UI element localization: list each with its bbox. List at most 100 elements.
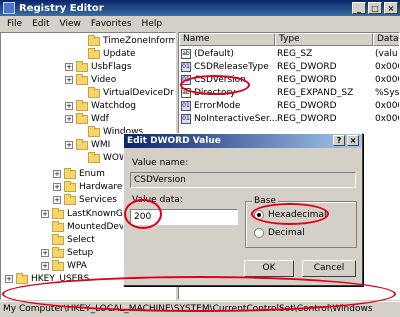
value-name: CSDReleaseType — [194, 62, 269, 72]
tree-item[interactable]: MountedDevi — [41, 220, 127, 233]
value-row[interactable]: 01ErrorMode REG_DWORD 0x000 — [179, 100, 399, 113]
tree-item-label: WPA — [67, 261, 87, 271]
value-type: REG_EXPAND_SZ — [277, 88, 354, 98]
value-name: NoInteractiveSer... — [194, 114, 278, 124]
window-controls: _ □ × — [352, 2, 398, 14]
expand-icon[interactable]: + — [41, 210, 49, 218]
close-button[interactable]: × — [384, 2, 398, 14]
tree-item[interactable]: + Setup — [41, 246, 94, 259]
binary-value-icon: 01 — [181, 114, 191, 124]
tree-item[interactable]: VirtualDeviceDr — [77, 86, 174, 99]
tree-item[interactable]: + HKEY_USERS — [5, 272, 90, 285]
value-type: REG_SZ — [277, 49, 313, 59]
expand-icon[interactable]: + — [65, 115, 73, 123]
value-type: REG_DWORD — [277, 114, 337, 124]
binary-value-icon: 01 — [181, 62, 191, 72]
decimal-label: Decimal — [268, 228, 305, 238]
expand-icon[interactable]: + — [53, 183, 61, 191]
tree-item-label: Hardware — [79, 182, 123, 192]
folder-icon — [76, 112, 88, 124]
expand-icon[interactable]: + — [53, 170, 61, 178]
tree-item-label: Video — [91, 75, 117, 85]
value-name-field: CSDVersion — [130, 172, 356, 188]
value-type: REG_DWORD — [277, 62, 337, 72]
tree-item[interactable]: + Video — [65, 73, 117, 86]
menu-help[interactable]: Help — [137, 19, 168, 29]
expand-icon[interactable]: + — [65, 141, 73, 149]
tree-item-label: LastKnownGo — [67, 209, 129, 219]
expand-icon[interactable]: + — [65, 63, 73, 71]
value-row[interactable]: ab Directory REG_EXPAND_SZ %Sys — [179, 87, 399, 100]
menu-favorites[interactable]: Favorites — [86, 19, 137, 29]
ok-button[interactable]: OK — [244, 260, 294, 277]
dialog-close-button[interactable]: × — [347, 135, 359, 146]
value-row[interactable]: ab (Default) REG_SZ (valu — [179, 48, 399, 61]
help-button[interactable]: ? — [333, 135, 345, 146]
minimize-button[interactable]: _ — [352, 2, 366, 14]
expand-icon[interactable]: + — [65, 102, 73, 110]
tree-item-label: Wdf — [91, 114, 109, 124]
expand-icon[interactable]: + — [53, 196, 61, 204]
tree-item[interactable]: + WPA — [41, 259, 87, 272]
tree-item[interactable]: Update — [77, 47, 136, 60]
tree-item-label: Enum — [79, 169, 105, 179]
menu-file[interactable]: File — [2, 19, 27, 29]
value-data-input[interactable]: 200 — [130, 209, 238, 225]
folder-icon — [76, 60, 88, 72]
value-row[interactable]: 01NoInteractiveSer...REG_DWORD 0x000 — [179, 113, 399, 126]
decimal-radio-dot[interactable] — [254, 228, 264, 238]
value-type: REG_DWORD — [277, 101, 337, 111]
tree-item-label: VirtualDeviceDr — [103, 88, 174, 98]
folder-icon — [16, 272, 28, 284]
value-name: Directory — [194, 88, 236, 98]
expand-icon[interactable]: + — [5, 275, 13, 283]
folder-icon — [88, 34, 100, 46]
tree-item-label: Setup — [67, 248, 94, 258]
tree-item[interactable]: + UsbFlags — [65, 60, 132, 73]
value-name-label: Value name: — [132, 158, 189, 168]
column-header-type[interactable]: Type — [275, 33, 373, 46]
hexadecimal-radio-dot[interactable] — [254, 210, 264, 220]
value-row[interactable]: 01CSDReleaseType REG_DWORD 0x000 — [179, 61, 399, 74]
window-title: Registry Editor — [19, 2, 104, 14]
value-data-label: Value data: — [132, 195, 183, 205]
menu-bar: File Edit View Favorites Help — [0, 16, 400, 31]
tree-item[interactable]: WOW — [77, 151, 128, 164]
expand-icon[interactable]: + — [41, 262, 49, 270]
folder-icon — [88, 86, 100, 98]
tree-item[interactable]: + Hardware — [53, 180, 123, 193]
value-data: (valu — [375, 49, 398, 59]
menu-edit[interactable]: Edit — [27, 19, 54, 29]
folder-icon — [52, 233, 64, 245]
expand-icon[interactable]: + — [41, 249, 49, 257]
folder-icon — [52, 220, 64, 232]
base-groupbox-label: Base — [252, 196, 278, 206]
status-path: My Computer\HKEY_LOCAL_MACHINE\SYSTEM\Cu… — [3, 304, 373, 314]
tree-item[interactable]: + Services — [53, 193, 117, 206]
tree-item[interactable]: + WMI — [65, 138, 111, 151]
menu-view[interactable]: View — [55, 19, 86, 29]
hexadecimal-radio[interactable]: Hexadecimal — [254, 210, 326, 220]
tree-item[interactable]: + Wdf — [65, 112, 109, 125]
column-header-name[interactable]: Name — [179, 33, 275, 46]
tree-item-label: Watchdog — [91, 101, 136, 111]
tree-item-label: HKEY_USERS — [31, 274, 90, 284]
string-value-icon: ab — [181, 88, 191, 98]
dialog-title: Edit DWORD Value — [127, 136, 221, 146]
tree-item-label: WMI — [91, 140, 111, 150]
value-row[interactable]: 01CSDVersion REG_DWORD 0x000 — [179, 74, 399, 87]
tree-item[interactable]: + Enum — [53, 167, 105, 180]
decimal-radio[interactable]: Decimal — [254, 228, 305, 238]
tree-item[interactable]: + LastKnownGo — [41, 207, 129, 220]
value-name: ErrorMode — [194, 101, 241, 111]
tree-item[interactable]: TimeZoneInform — [77, 34, 175, 47]
column-header-data[interactable]: Data — [373, 33, 399, 46]
tree-item[interactable]: + Watchdog — [65, 99, 136, 112]
maximize-button[interactable]: □ — [368, 2, 382, 14]
folder-icon — [52, 207, 64, 219]
cancel-button[interactable]: Cancel — [302, 260, 356, 277]
folder-icon — [88, 47, 100, 59]
expand-icon[interactable]: + — [65, 76, 73, 84]
folder-icon — [88, 151, 100, 163]
tree-item[interactable]: Select — [41, 233, 95, 246]
